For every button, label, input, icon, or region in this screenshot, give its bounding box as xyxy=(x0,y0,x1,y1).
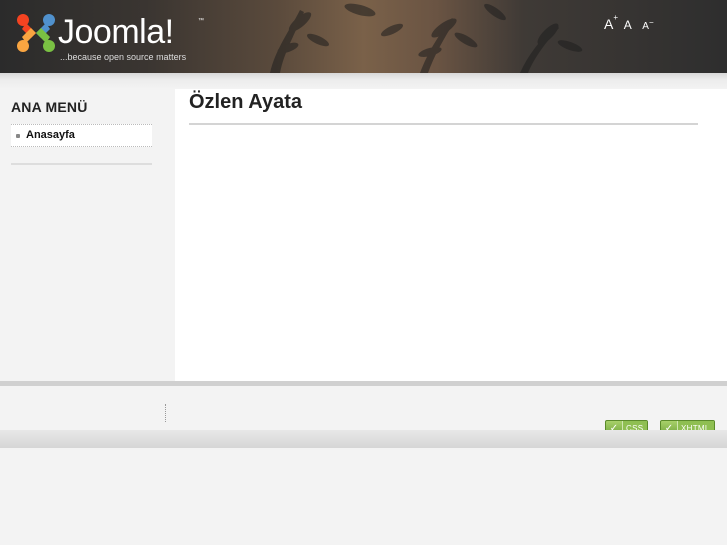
bullet-icon xyxy=(16,134,20,138)
footer-separator xyxy=(165,404,166,422)
menu-item-anasayfa[interactable]: Anasayfa xyxy=(11,125,152,146)
default-font-button[interactable]: A xyxy=(624,18,632,32)
increase-font-mark: + xyxy=(613,13,619,22)
site-header: Joomla! ™ ...because open source matters… xyxy=(0,0,727,73)
main-menu-title: ANA MENÜ xyxy=(11,99,88,115)
logo-wordmark: Joomla! xyxy=(58,13,174,51)
main-content: Özlen Ayata xyxy=(175,89,727,381)
main-menu-list: Anasayfa xyxy=(11,124,152,147)
menu-item-label: Anasayfa xyxy=(26,129,75,141)
page-title: Özlen Ayata xyxy=(189,91,302,113)
sidebar: ANA MENÜ Anasayfa xyxy=(0,89,175,381)
footer-bottom-border xyxy=(0,430,727,448)
joomla-logo-icon xyxy=(17,14,55,52)
increase-font-label: A xyxy=(604,16,614,32)
footer: ✓ CSS ✓ XHTML xyxy=(0,386,727,437)
header-separator xyxy=(0,73,727,89)
sidebar-divider xyxy=(11,163,152,165)
decrease-font-button[interactable]: A − xyxy=(642,18,653,32)
logo-trademark: ™ xyxy=(198,18,204,24)
title-divider xyxy=(189,123,698,125)
decrease-font-label: A xyxy=(642,21,649,32)
increase-font-button[interactable]: A + xyxy=(604,13,618,32)
font-size-tools: A + A A − xyxy=(604,13,655,36)
decrease-font-mark: − xyxy=(648,18,654,27)
joomla-logo[interactable]: Joomla! ™ ...because open source matters xyxy=(14,12,214,64)
logo-tagline: ...because open source matters xyxy=(60,52,187,62)
